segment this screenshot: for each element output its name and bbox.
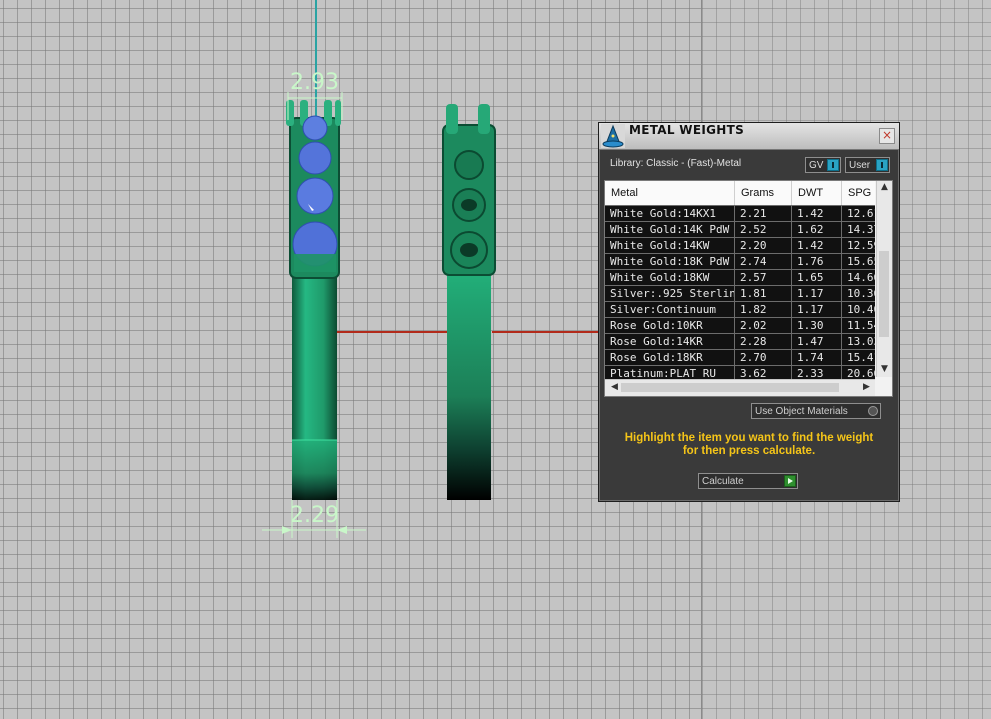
play-icon[interactable] xyxy=(784,475,796,487)
table-row[interactable]: White Gold:14K PdW 2.52 1.62 14.37 xyxy=(605,221,880,237)
column-header-grams[interactable]: Grams xyxy=(735,181,792,205)
gv-toggle[interactable]: GV xyxy=(805,157,841,173)
radio-icon[interactable] xyxy=(868,406,878,416)
table-row[interactable]: Rose Gold:18KR 2.70 1.74 15.41 xyxy=(605,349,880,365)
horizontal-scroll-thumb[interactable] xyxy=(621,383,839,392)
close-icon[interactable]: × xyxy=(879,128,895,144)
gv-toggle-label: GV xyxy=(809,160,824,171)
arrow-right-icon[interactable]: ▶ xyxy=(859,382,874,392)
metal-weights-dialog: METAL WEIGHTS × Library: Classic - (Fast… xyxy=(598,122,900,502)
cell-dwt: 1.42 xyxy=(792,238,842,253)
cell-grams: 2.21 xyxy=(735,206,792,221)
cell-metal: White Gold:14K PdW xyxy=(605,222,735,237)
cell-dwt: 1.42 xyxy=(792,206,842,221)
table-row[interactable]: White Gold:18K PdW 2.74 1.76 15.65 xyxy=(605,253,880,269)
table-row[interactable]: Rose Gold:10KR 2.02 1.30 11.54 xyxy=(605,317,880,333)
vertical-scroll-thumb[interactable] xyxy=(879,251,889,337)
table-row[interactable]: White Gold:14KX1 2.21 1.42 12.61 xyxy=(605,205,880,221)
dialog-titlebar[interactable]: METAL WEIGHTS × xyxy=(599,123,899,150)
ring-right-view[interactable] xyxy=(442,104,496,500)
cell-metal: White Gold:14KX1 xyxy=(605,206,735,221)
wizard-hat-icon xyxy=(601,124,625,148)
cell-grams: 2.52 xyxy=(735,222,792,237)
horizontal-scrollbar[interactable]: ◀ ▶ xyxy=(605,379,875,396)
table-row[interactable]: Rose Gold:14KR 2.28 1.47 13.03 xyxy=(605,333,880,349)
cell-dwt: 1.76 xyxy=(792,254,842,269)
cell-grams: 2.57 xyxy=(735,270,792,285)
cell-metal: Silver:.925 Sterling xyxy=(605,286,735,301)
cell-grams: 2.70 xyxy=(735,350,792,365)
arrow-up-icon[interactable]: ▲ xyxy=(877,182,892,192)
arrow-down-icon[interactable]: ▼ xyxy=(877,364,892,374)
library-label: Library: Classic - (Fast)-Metal xyxy=(610,158,742,169)
metal-table[interactable]: Metal Grams DWT SPG White Gold:14KX1 2.21… xyxy=(604,180,893,397)
cell-dwt: 1.17 xyxy=(792,302,842,317)
cell-metal: Silver:Continuum xyxy=(605,302,735,317)
cell-metal: White Gold:14KW xyxy=(605,238,735,253)
cell-dwt: 1.30 xyxy=(792,318,842,333)
user-toggle-label: User xyxy=(849,160,871,171)
toggle-knob-icon xyxy=(876,159,888,171)
table-row[interactable]: Silver:.925 Sterling 1.81 1.17 10.36 xyxy=(605,285,880,301)
vertical-scrollbar[interactable]: ▲ ▼ xyxy=(876,181,892,377)
table-row[interactable]: White Gold:18KW 2.57 1.65 14.66 xyxy=(605,269,880,285)
dialog-title: METAL WEIGHTS xyxy=(629,123,745,137)
cell-metal: White Gold:18K PdW xyxy=(605,254,735,269)
toggle-knob-icon xyxy=(827,159,839,171)
ring-left-view[interactable] xyxy=(286,100,341,500)
cell-dwt: 1.47 xyxy=(792,334,842,349)
cell-grams: 1.82 xyxy=(735,302,792,317)
use-object-materials-label: Use Object Materials xyxy=(755,406,848,417)
cell-grams: 2.28 xyxy=(735,334,792,349)
cell-dwt: 1.62 xyxy=(792,222,842,237)
ring-shank-right[interactable] xyxy=(447,270,491,500)
dimension-bottom-label: 2.29 xyxy=(290,503,339,528)
cell-metal: Rose Gold:10KR xyxy=(605,318,735,333)
instruction-line-2: for then press calculate. xyxy=(682,445,816,457)
cell-grams: 1.81 xyxy=(735,286,792,301)
table-row[interactable]: White Gold:14KW 2.20 1.42 12.59 xyxy=(605,237,880,253)
cell-dwt: 1.17 xyxy=(792,286,842,301)
cell-grams: 2.20 xyxy=(735,238,792,253)
instruction-text: Highlight the item you want to find the … xyxy=(613,432,885,458)
use-object-materials-option[interactable]: Use Object Materials xyxy=(751,403,881,419)
table-row[interactable]: Silver:Continuum 1.82 1.17 10.40 xyxy=(605,301,880,317)
instruction-line-1: Highlight the item you want to find the … xyxy=(624,432,874,444)
cell-metal: White Gold:18KW xyxy=(605,270,735,285)
cell-dwt: 1.65 xyxy=(792,270,842,285)
cell-grams: 2.02 xyxy=(735,318,792,333)
cell-dwt: 1.74 xyxy=(792,350,842,365)
gem-1[interactable] xyxy=(302,115,328,141)
arrow-left-icon[interactable]: ◀ xyxy=(607,382,622,392)
column-header-metal[interactable]: Metal xyxy=(605,181,735,205)
column-header-dwt[interactable]: DWT xyxy=(792,181,842,205)
calculate-button[interactable]: Calculate xyxy=(698,473,798,489)
cell-grams: 2.74 xyxy=(735,254,792,269)
dimension-top-label: 2.93 xyxy=(290,70,339,95)
table-header: Metal Grams DWT SPG xyxy=(605,181,875,205)
gem-2[interactable] xyxy=(298,141,332,175)
cell-metal: Rose Gold:14KR xyxy=(605,334,735,349)
scrollbar-corner xyxy=(877,380,892,396)
calculate-label: Calculate xyxy=(702,476,744,487)
cell-metal: Rose Gold:18KR xyxy=(605,350,735,365)
user-toggle[interactable]: User xyxy=(845,157,890,173)
gem-3[interactable] xyxy=(296,177,334,215)
